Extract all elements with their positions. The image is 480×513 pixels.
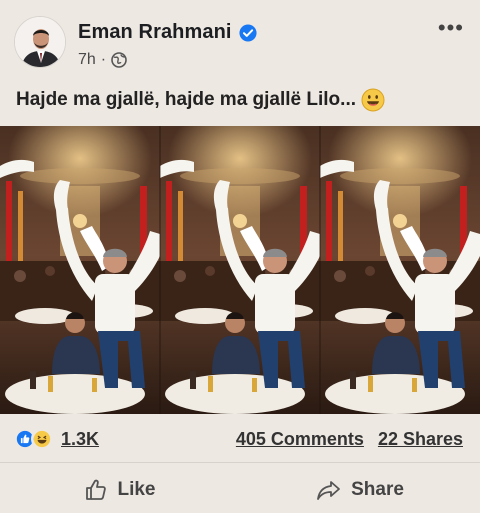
author-name[interactable]: Eman Rrahmani	[78, 21, 232, 44]
comments-count[interactable]: 405 Comments	[236, 429, 364, 450]
reactions-summary[interactable]: 1.3K	[14, 428, 99, 450]
divider	[0, 462, 480, 463]
share-label: Share	[351, 479, 404, 500]
caption-text: Hajde ma gjallë, hajde ma gjallë Lilo...	[16, 89, 356, 110]
share-button[interactable]: Share	[240, 470, 480, 510]
thumbs-up-icon	[86, 479, 107, 500]
more-options-icon[interactable]: •••	[438, 17, 464, 39]
post-caption: Hajde ma gjallë, hajde ma gjallë Lilo...	[16, 88, 385, 112]
post-time[interactable]: 7h	[78, 51, 96, 69]
like-button[interactable]: Like	[0, 470, 240, 510]
smiley-emoji-icon	[361, 88, 385, 112]
engagement-counts: 405 Comments 22 Shares	[236, 429, 463, 450]
like-label: Like	[117, 479, 156, 500]
shares-count[interactable]: 22 Shares	[378, 429, 463, 450]
verified-badge-icon	[239, 23, 257, 42]
meta-separator: ·	[100, 51, 107, 68]
globe-icon	[111, 52, 127, 68]
avatar[interactable]	[14, 16, 66, 68]
post-header: Eman Rrahmani 7h · •••	[14, 16, 466, 74]
action-bar: Like Share	[0, 470, 480, 510]
share-arrow-icon	[317, 481, 340, 500]
reactions-count[interactable]: 1.3K	[61, 429, 99, 450]
post-photo[interactable]	[0, 126, 480, 414]
haha-reaction-icon	[31, 428, 53, 450]
